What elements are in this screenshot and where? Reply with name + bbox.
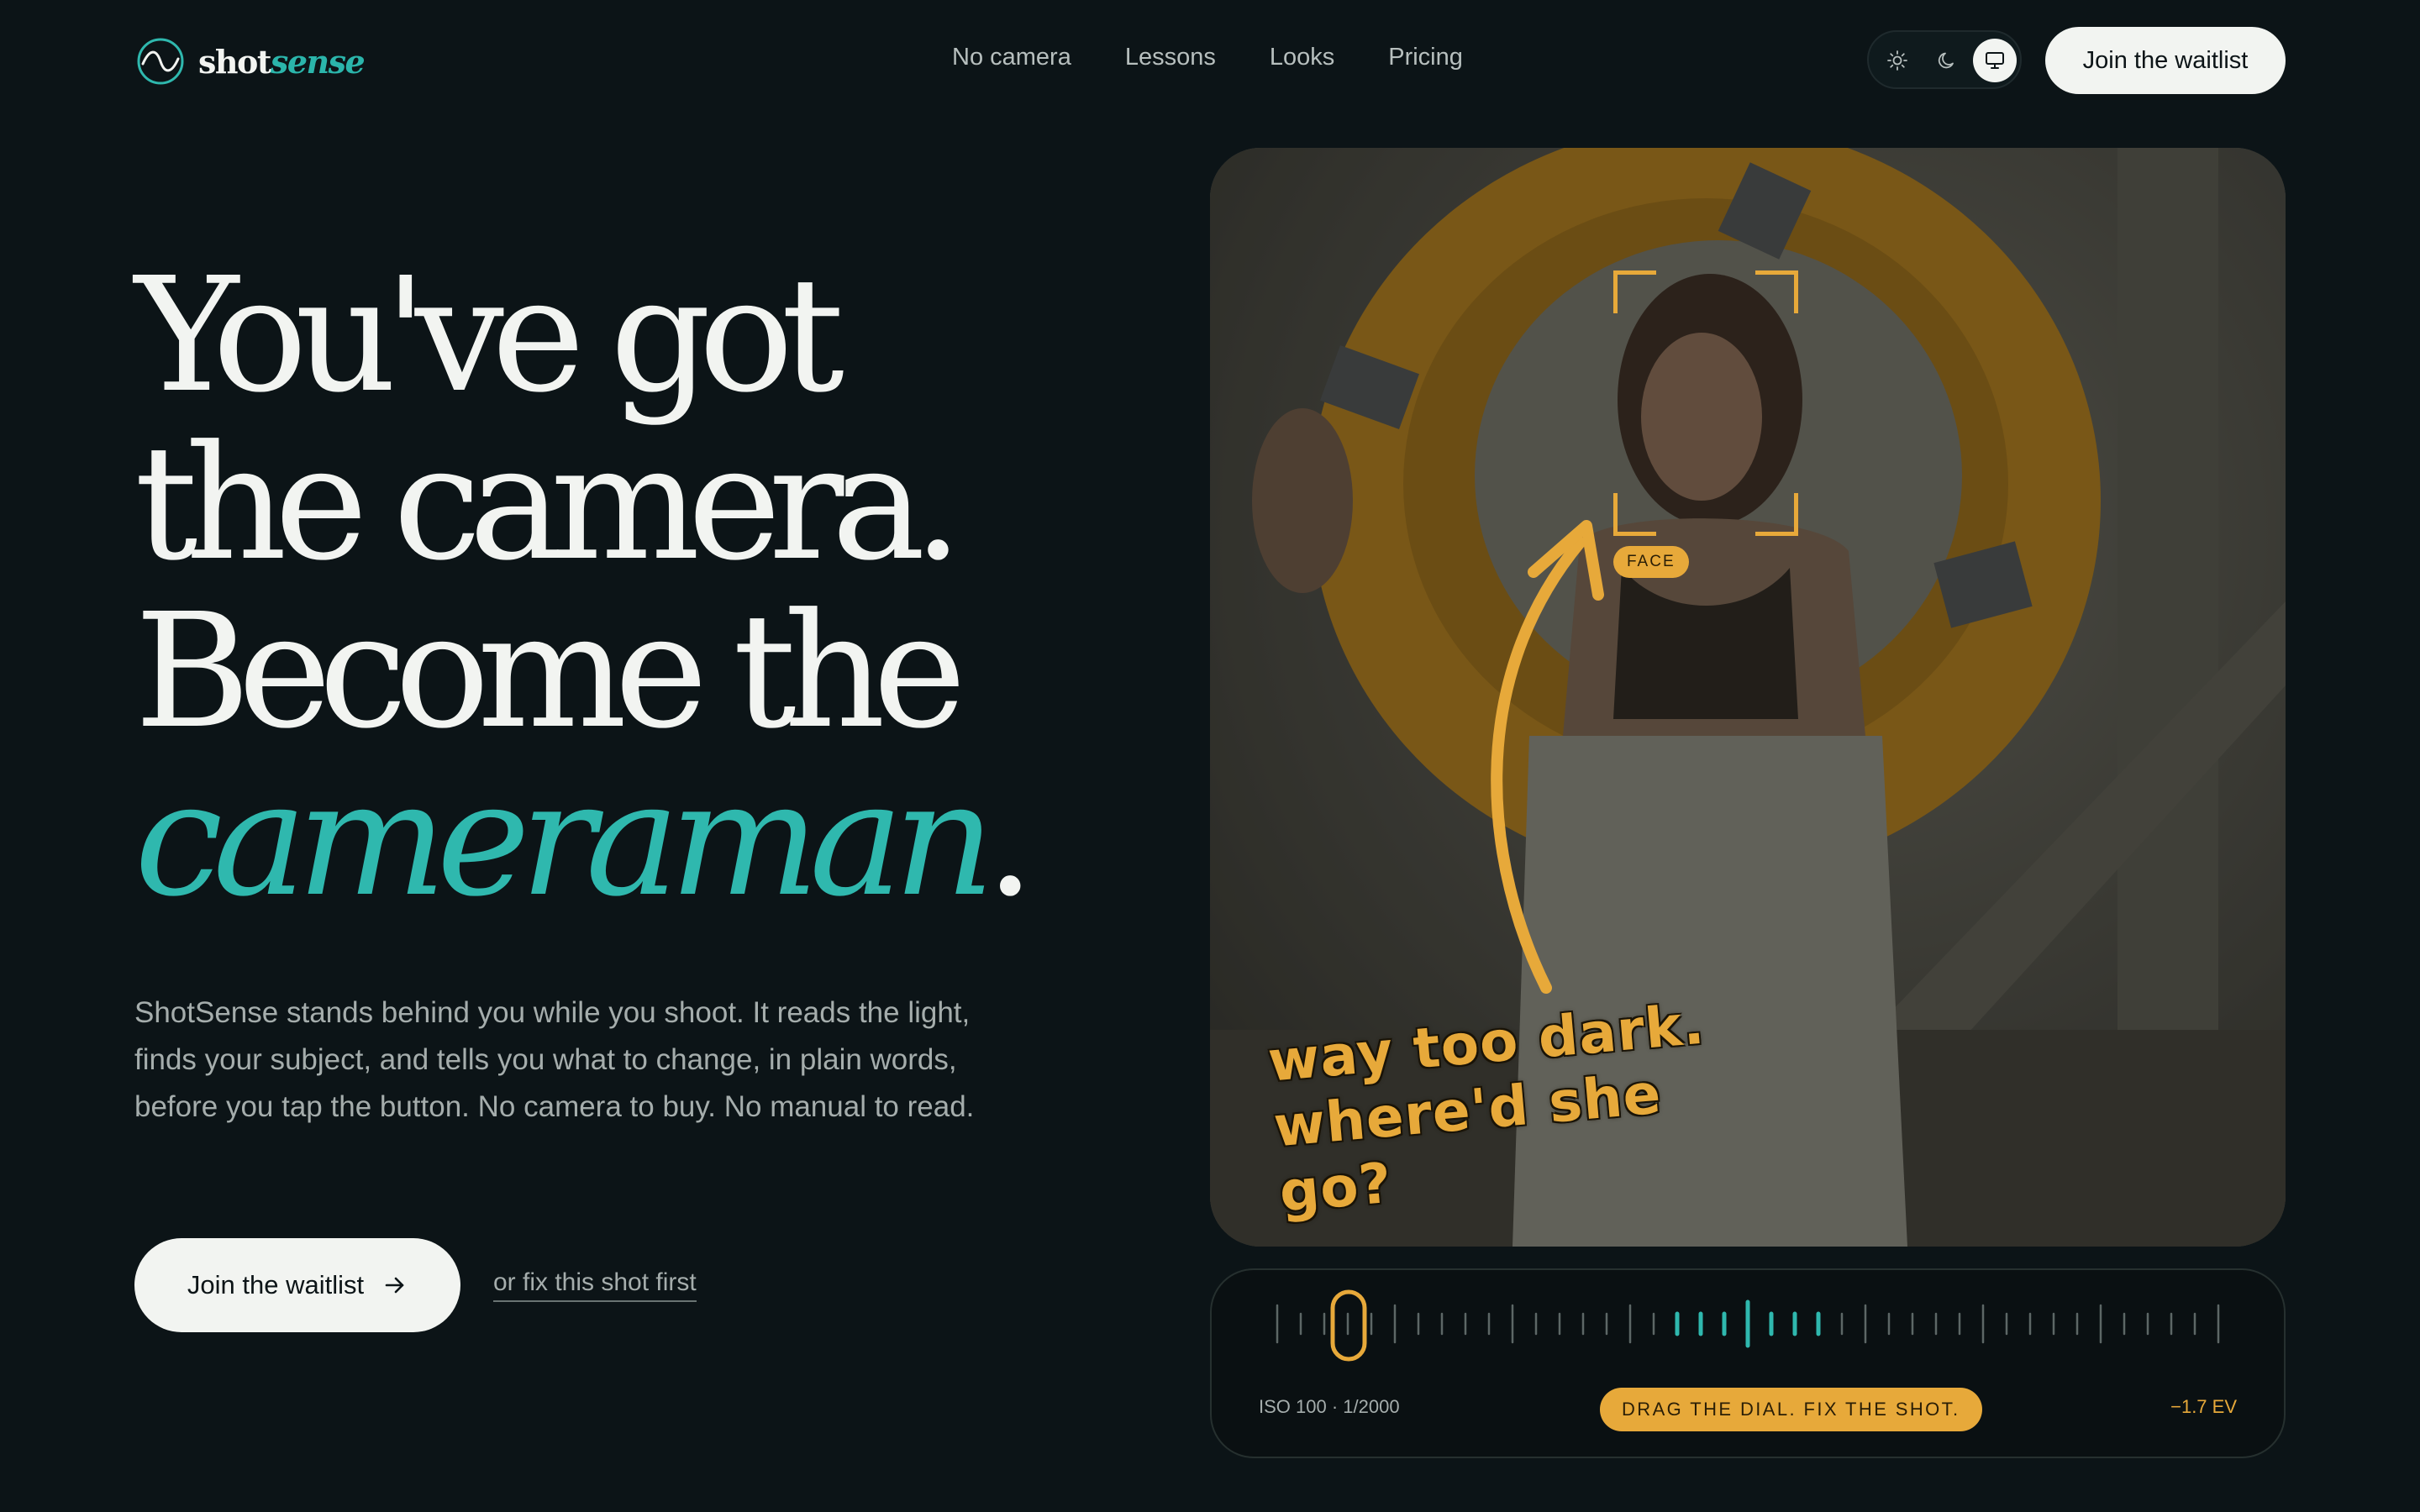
nav-link-lessons[interactable]: Lessons <box>1125 44 1216 71</box>
dial-prompt-badge: DRAG THE DIAL. FIX THE SHOT. <box>1600 1388 1982 1431</box>
ev-readout: −1.7 EV <box>2170 1396 2237 1417</box>
headline-accent-word: cameraman <box>134 748 995 932</box>
nav-join-waitlist-button[interactable]: Join the waitlist <box>2045 27 2286 94</box>
exposure-dial-panel: ISO 100 · 1/2000 DRAG THE DIAL. FIX THE … <box>1210 1268 2286 1458</box>
headline-line-2: the camera. <box>134 412 963 596</box>
hero-headline: You've got the camera. Become the camera… <box>134 244 1035 924</box>
moon-icon <box>1938 52 1954 69</box>
nav-link-looks[interactable]: Looks <box>1270 44 1334 71</box>
exposure-dial[interactable] <box>1212 1270 2284 1379</box>
headline-line-1: You've got <box>134 244 844 428</box>
hero-join-waitlist-button[interactable]: Join the waitlist <box>134 1238 460 1332</box>
headline-period: . <box>985 748 1035 932</box>
headline-line-3: Become the <box>134 580 966 764</box>
theme-system-button[interactable] <box>1973 39 2017 82</box>
headline-line-4: cameraman. <box>134 756 1035 924</box>
exposure-readout: ISO 100 · 1/2000 <box>1259 1396 1400 1417</box>
hero-photo: FACE way too dark. where'd she go? <box>1210 148 2286 1247</box>
top-nav: shotsense No camera Lessons Looks Pricin… <box>0 0 2420 119</box>
monitor-icon <box>1986 52 2004 69</box>
theme-dark-button[interactable] <box>1925 39 1969 82</box>
face-detection-frame <box>1613 270 1798 536</box>
logo-wave-icon <box>137 38 184 85</box>
theme-light-button[interactable] <box>1876 39 1919 82</box>
hero-join-waitlist-label: Join the waitlist <box>187 1270 365 1299</box>
arrow-right-icon <box>385 1277 404 1294</box>
face-detection-label: FACE <box>1613 546 1689 578</box>
nav-link-pricing[interactable]: Pricing <box>1388 44 1463 71</box>
theme-toggle <box>1867 30 2022 89</box>
logo[interactable]: shotsense <box>136 37 366 86</box>
fix-shot-link[interactable]: or fix this shot first <box>493 1268 697 1302</box>
logo-wordmark: shotsense <box>198 42 366 81</box>
sun-icon <box>1887 50 1907 71</box>
main-nav: No camera Lessons Looks Pricing <box>952 44 1463 71</box>
nav-link-no-camera[interactable]: No camera <box>952 44 1071 71</box>
hero-description: ShotSense stands behind you while you sh… <box>134 996 975 1123</box>
